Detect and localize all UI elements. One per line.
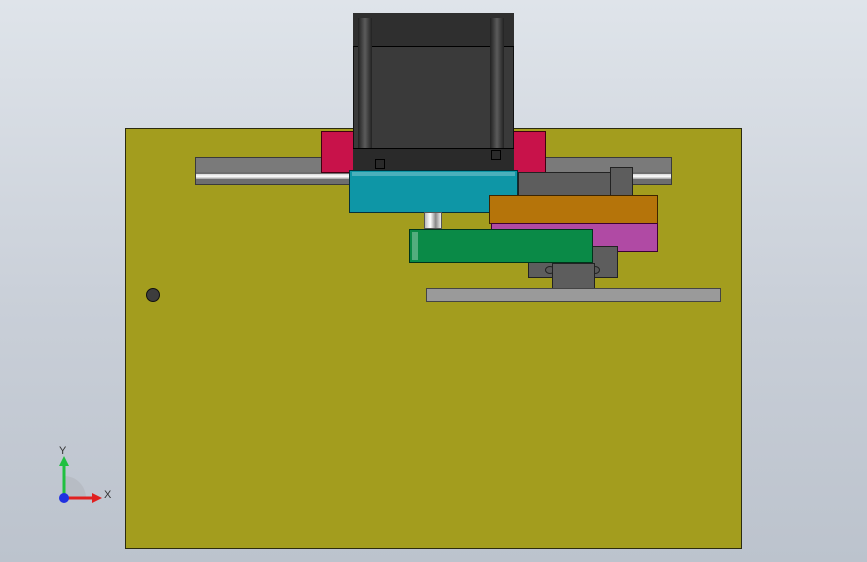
- x-axis-label: X: [104, 489, 112, 501]
- z-axis-dot: [59, 493, 69, 503]
- slider-foot[interactable]: [552, 263, 595, 291]
- motor-screw: [491, 150, 501, 160]
- mounting-hole[interactable]: [146, 288, 160, 302]
- x-axis-arrow-head: [92, 493, 102, 503]
- bracket-post[interactable]: [610, 167, 633, 196]
- stepper-motor-edge-left: [358, 18, 372, 168]
- cylinder-green-highlight: [412, 232, 418, 260]
- coordinate-triad: Y X: [59, 445, 112, 503]
- motor-mount-right[interactable]: [510, 131, 546, 173]
- graphics-viewport[interactable]: Y X: [0, 0, 867, 562]
- stepper-motor-edge-right: [490, 18, 504, 168]
- cylinder-orange[interactable]: [489, 195, 658, 224]
- motor-mount-left[interactable]: [321, 131, 357, 173]
- y-axis-label: Y: [59, 445, 67, 457]
- coupling-shaft[interactable]: [424, 212, 442, 229]
- y-axis-arrow-head: [59, 456, 69, 466]
- cylinder-green[interactable]: [409, 229, 593, 263]
- motor-screw: [375, 159, 385, 169]
- carriage-highlight: [352, 172, 515, 176]
- guide-bar[interactable]: [426, 288, 721, 302]
